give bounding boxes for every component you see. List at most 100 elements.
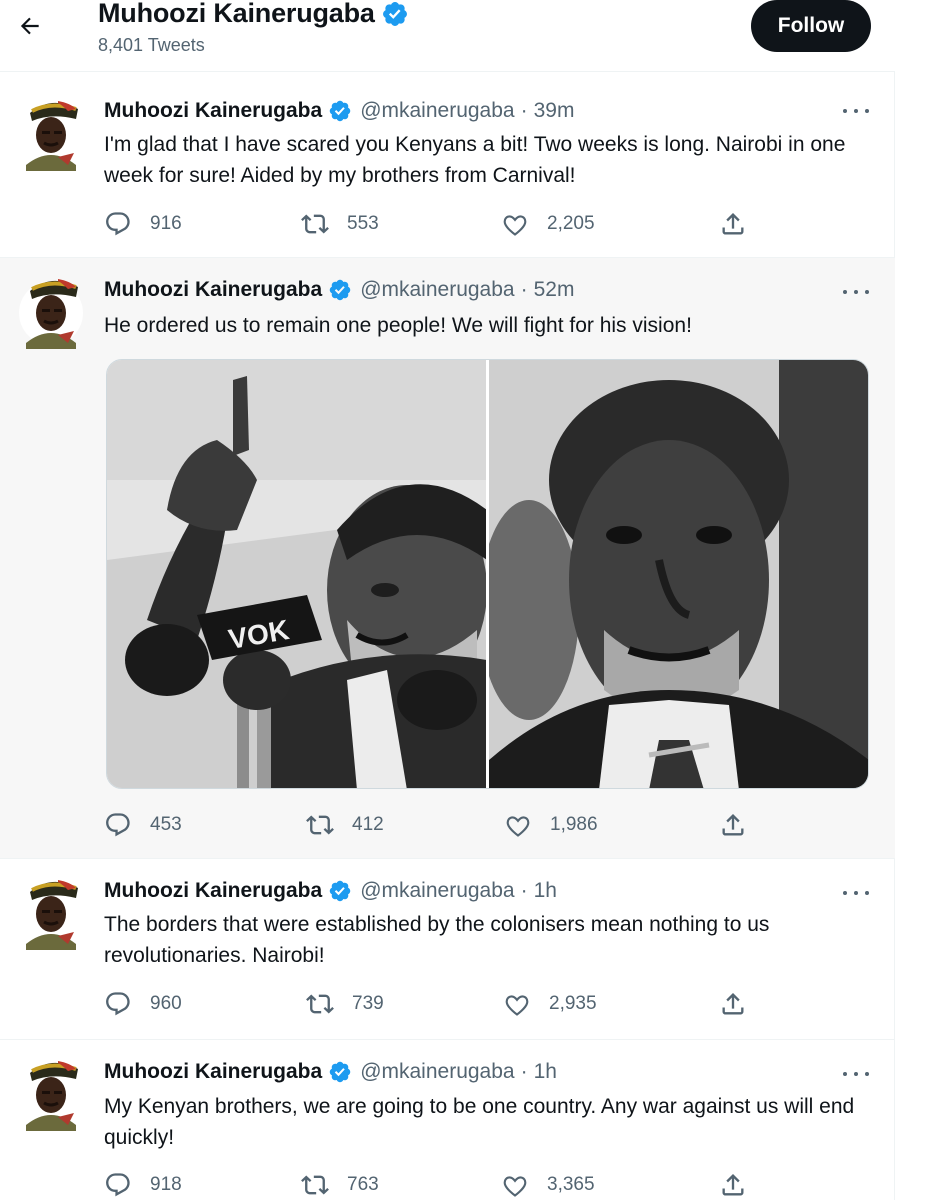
heart-icon	[506, 816, 530, 837]
photo-portrait[interactable]	[489, 360, 868, 788]
verified-badge-icon	[382, 1, 407, 26]
portrait-photo-image	[489, 360, 868, 788]
like-count: 1,986	[550, 814, 598, 835]
profile-title: Muhoozi Kainerugaba	[98, 0, 409, 29]
retweet-count: 553	[347, 213, 379, 234]
retweet-count: 763	[347, 1174, 379, 1195]
tweet[interactable]: Muhoozi Kainerugaba @mkainerugaba · 39m …	[0, 73, 895, 258]
heart-icon	[505, 995, 529, 1016]
share-button[interactable]	[719, 1170, 747, 1200]
like-button[interactable]: 2,205	[501, 209, 595, 239]
share-button[interactable]	[719, 209, 747, 239]
more-options-button[interactable]	[843, 888, 869, 898]
reply-count: 960	[150, 993, 182, 1014]
retweet-button[interactable]: 739	[306, 989, 384, 1019]
follow-button[interactable]: Follow	[751, 0, 871, 52]
tweet-time[interactable]: 1h	[534, 1060, 557, 1084]
tweet-media[interactable]: VOK	[106, 359, 869, 789]
author-handle[interactable]: @mkainerugaba	[360, 278, 514, 302]
reply-button[interactable]: 918	[104, 1170, 182, 1200]
separator-dot: ·	[520, 278, 528, 301]
like-button[interactable]: 1,986	[504, 810, 598, 840]
retweet-icon	[306, 815, 334, 835]
more-dots-icon	[843, 1072, 847, 1076]
verified-badge-icon	[329, 279, 351, 301]
like-button[interactable]: 3,365	[501, 1170, 595, 1200]
reply-button[interactable]: 916	[104, 209, 182, 239]
tweet-actions: 453 412 1,986	[104, 810, 764, 840]
retweet-count: 412	[352, 814, 384, 835]
like-count: 2,935	[549, 993, 597, 1014]
like-button[interactable]: 2,935	[503, 989, 597, 1019]
reply-button[interactable]: 960	[104, 989, 182, 1019]
reply-count: 918	[150, 1174, 182, 1195]
more-options-button[interactable]	[843, 106, 869, 116]
tweet-count: 8,401 Tweets	[98, 35, 205, 55]
more-options-button[interactable]	[843, 287, 869, 297]
share-icon	[722, 1174, 744, 1196]
like-count: 2,205	[547, 213, 595, 234]
tweet-time[interactable]: 52m	[534, 278, 575, 302]
tweet-actions: 916 553 2,205	[104, 209, 764, 239]
retweet-icon	[301, 214, 329, 234]
tweet-header: Muhoozi Kainerugaba @mkainerugaba · 1h	[104, 879, 557, 903]
share-button[interactable]	[719, 810, 747, 840]
verified-badge-icon	[329, 100, 351, 122]
avatar[interactable]	[18, 95, 84, 171]
more-dots-icon	[843, 109, 847, 113]
retweet-icon	[301, 1175, 329, 1195]
tweet-text: I'm glad that I have scared you Kenyans …	[104, 133, 846, 187]
tweet[interactable]: Muhoozi Kainerugaba @mkainerugaba · 1h T…	[0, 859, 895, 1040]
share-button[interactable]	[719, 989, 747, 1019]
author-handle[interactable]: @mkainerugaba	[360, 1060, 514, 1084]
avatar[interactable]	[18, 273, 84, 349]
reply-count: 453	[150, 814, 182, 835]
reply-button[interactable]: 453	[104, 810, 182, 840]
more-dots-icon	[843, 891, 847, 895]
avatar-image	[19, 279, 83, 349]
author-name[interactable]: Muhoozi Kainerugaba	[104, 99, 322, 123]
avatar-image	[19, 101, 83, 171]
author-name[interactable]: Muhoozi Kainerugaba	[104, 1060, 322, 1084]
avatar-image	[19, 880, 83, 950]
author-handle[interactable]: @mkainerugaba	[360, 879, 514, 903]
back-button[interactable]	[14, 10, 46, 42]
avatar[interactable]	[18, 1055, 84, 1131]
profile-header: Muhoozi Kainerugaba 8,401 Tweets Follow	[0, 0, 895, 72]
author-name[interactable]: Muhoozi Kainerugaba	[104, 278, 322, 302]
share-icon	[722, 213, 744, 235]
avatar-image	[19, 1061, 83, 1131]
reply-icon	[106, 992, 130, 1016]
tweet-text: My Kenyan brothers, we are going to be o…	[104, 1095, 855, 1149]
share-icon	[722, 814, 744, 836]
tweet-header: Muhoozi Kainerugaba @mkainerugaba · 52m	[104, 278, 574, 302]
verified-badge-icon	[329, 880, 351, 902]
photo-speech[interactable]: VOK	[107, 360, 486, 788]
like-count: 3,365	[547, 1174, 595, 1195]
tweet-actions: 960 739 2,935	[104, 989, 764, 1019]
retweet-icon	[306, 994, 334, 1014]
profile-timeline: Muhoozi Kainerugaba 8,401 Tweets Follow …	[0, 0, 895, 1200]
separator-dot: ·	[520, 879, 528, 902]
tweet-text: He ordered us to remain one people! We w…	[104, 314, 692, 337]
tweet-time[interactable]: 1h	[534, 879, 557, 903]
author-handle[interactable]: @mkainerugaba	[360, 99, 514, 123]
verified-badge-icon	[329, 1061, 351, 1083]
author-name[interactable]: Muhoozi Kainerugaba	[104, 879, 322, 903]
more-options-button[interactable]	[843, 1069, 869, 1079]
retweet-button[interactable]: 763	[301, 1170, 379, 1200]
reply-count: 916	[150, 213, 182, 234]
tweet-time[interactable]: 39m	[534, 99, 575, 123]
heart-icon	[503, 1176, 527, 1197]
retweet-button[interactable]: 553	[301, 209, 379, 239]
reply-icon	[106, 212, 130, 236]
retweet-button[interactable]: 412	[306, 810, 384, 840]
profile-name: Muhoozi Kainerugaba	[98, 0, 375, 28]
tweet-header: Muhoozi Kainerugaba @mkainerugaba · 39m	[104, 99, 574, 123]
avatar[interactable]	[18, 874, 84, 950]
retweet-count: 739	[352, 993, 384, 1014]
reply-icon	[106, 1173, 130, 1197]
tweet[interactable]: Muhoozi Kainerugaba @mkainerugaba · 1h M…	[0, 1040, 895, 1200]
tweet[interactable]: Muhoozi Kainerugaba @mkainerugaba · 52m …	[0, 258, 895, 859]
share-icon	[722, 993, 744, 1015]
